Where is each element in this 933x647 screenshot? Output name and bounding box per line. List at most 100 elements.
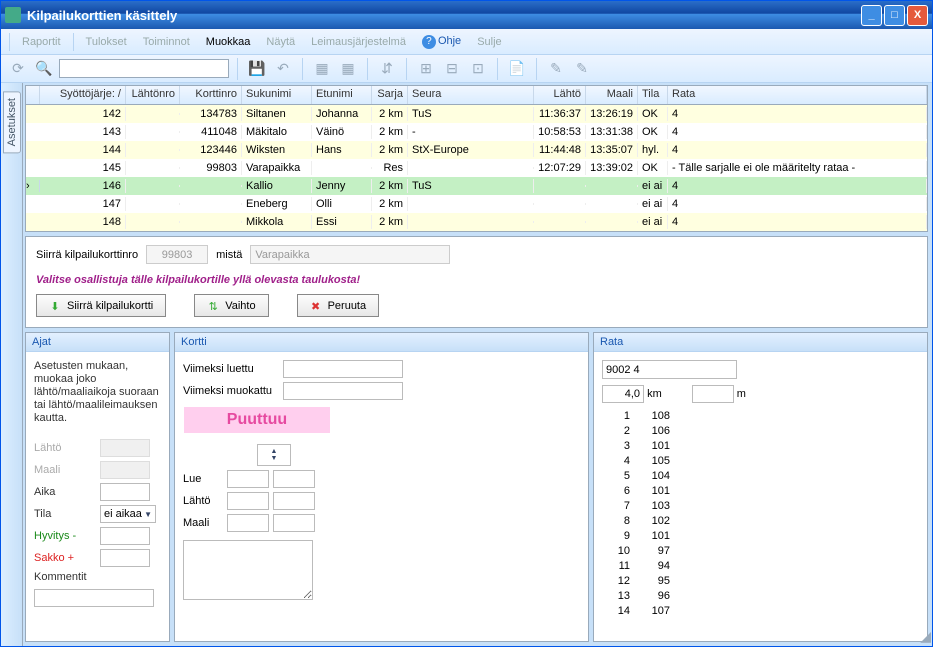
col-etunimi[interactable]: Etunimi <box>312 86 372 104</box>
menu-nayta[interactable]: Näytä <box>260 33 301 51</box>
refresh-icon[interactable]: ⟳ <box>7 58 29 80</box>
rata-control: 1194 <box>602 559 919 574</box>
col-maali[interactable]: Maali <box>586 86 638 104</box>
toolbar: ⟳ 🔍 💾 ↶ ▦ ▦ ⇵ ⊞ ⊟ ⊡ 📄 ✎ ✎ <box>1 55 932 83</box>
side-tabs: Asetukset <box>1 83 23 646</box>
ajat-help: Asetusten mukaan, muokaa joko lähtö/maal… <box>34 360 161 425</box>
minimize-button[interactable]: _ <box>861 5 882 26</box>
transfer-mista <box>250 245 450 264</box>
table-row[interactable]: ›146KallioJenny2 kmTuSei ai4 <box>26 177 927 195</box>
tila-select[interactable]: ei aikaa▼ <box>100 505 156 523</box>
col-rata[interactable]: Rata <box>668 86 927 104</box>
peruuta-button[interactable]: ✖Peruuta <box>297 294 380 317</box>
vaihto-button[interactable]: ⇅Vaihto <box>194 294 268 317</box>
col-syottojarj[interactable]: Syöttöjärje: / <box>40 86 126 104</box>
menu-muokkaa[interactable]: Muokkaa <box>200 33 257 51</box>
rata-title: Rata <box>594 333 927 352</box>
table-row[interactable]: 14599803VarapaikkaRes12:07:2913:39:02OK … <box>26 159 927 177</box>
table-row[interactable]: 148MikkolaEssi2 kmei ai4 <box>26 213 927 231</box>
rata-control: 1396 <box>602 589 919 604</box>
table-row[interactable]: 143411048MäkitaloVäinö2 km-10:58:5313:31… <box>26 123 927 141</box>
col-lahtonro[interactable]: Lähtönro <box>126 86 180 104</box>
rata-control: 4105 <box>602 454 919 469</box>
col-seura[interactable]: Seura <box>408 86 534 104</box>
menu-toiminnot[interactable]: Toiminnot <box>137 33 196 51</box>
k-maali-label: Maali <box>183 517 223 529</box>
rata-m-input[interactable] <box>692 385 734 403</box>
tool-6[interactable]: ⊡ <box>467 58 489 80</box>
kortti-panel: Kortti Viimeksi luettu Viimeksi muokattu… <box>174 332 589 642</box>
tool-1[interactable]: ▦ <box>311 58 333 80</box>
lue-input-1[interactable] <box>227 470 269 488</box>
hyvitys-label: Hyvitys - <box>34 530 96 542</box>
transfer-msg: Valitse osallistuja tälle kilpailukortil… <box>36 274 917 286</box>
k-lahto-2[interactable] <box>273 492 315 510</box>
col-korttinro[interactable]: Korttinro <box>180 86 242 104</box>
arrow-down-icon: ⬇ <box>49 300 61 312</box>
undo-icon[interactable]: ↶ <box>272 58 294 80</box>
col-tila[interactable]: Tila <box>638 86 668 104</box>
k-maali-2[interactable] <box>273 514 315 532</box>
close-button[interactable]: X <box>907 5 928 26</box>
rata-control: 1108 <box>602 409 919 424</box>
grid-body[interactable]: 142134783SiltanenJohanna2 kmTuS11:36:371… <box>26 105 927 231</box>
table-row[interactable]: 144123446WikstenHans2 kmStX-Europe11:44:… <box>26 141 927 159</box>
mista-label: mistä <box>216 249 242 261</box>
menu-tulokset[interactable]: Tulokset <box>80 33 133 51</box>
tool-8[interactable]: ✎ <box>545 58 567 80</box>
menu-sulje[interactable]: Sulje <box>471 33 507 51</box>
swap-icon: ⇅ <box>207 300 219 312</box>
resize-grip-icon[interactable]: ◢ <box>920 628 931 645</box>
kommentit-input[interactable] <box>34 589 154 607</box>
k-lahto-label: Lähtö <box>183 495 223 507</box>
muokattu-input[interactable] <box>283 382 403 400</box>
app-icon <box>5 7 21 23</box>
results-grid: Syöttöjärje: / Lähtönro Korttinro Sukuni… <box>25 85 928 232</box>
k-lahto-1[interactable] <box>227 492 269 510</box>
kortti-title: Kortti <box>175 333 588 352</box>
save-icon[interactable]: 💾 <box>246 58 268 80</box>
lahto-label: Lähtö <box>34 442 96 454</box>
search-input[interactable] <box>59 59 229 78</box>
spin-up-icon[interactable]: ▲ <box>271 448 278 455</box>
muokattu-label: Viimeksi muokattu <box>183 385 279 397</box>
tool-5[interactable]: ⊟ <box>441 58 463 80</box>
col-sukunimi[interactable]: Sukunimi <box>242 86 312 104</box>
menu-raportit[interactable]: Raportit <box>16 33 67 51</box>
spin-control[interactable]: ▲▼ <box>257 444 291 466</box>
tool-7[interactable]: 📄 <box>506 58 528 80</box>
tool-3[interactable]: ⇵ <box>376 58 398 80</box>
menu-leimaus[interactable]: Leimausjärjestelmä <box>305 33 412 51</box>
menubar: Raportit Tulokset Toiminnot Muokkaa Näyt… <box>1 29 932 55</box>
aika-label: Aika <box>34 486 96 498</box>
lue-label: Lue <box>183 473 223 485</box>
tool-2[interactable]: ▦ <box>337 58 359 80</box>
lue-input-2[interactable] <box>273 470 315 488</box>
spin-down-icon[interactable]: ▼ <box>271 455 278 462</box>
luettu-input[interactable] <box>283 360 403 378</box>
sakko-input[interactable] <box>100 549 150 567</box>
rata-panel: Rata km m 110821063101410551046101710381… <box>593 332 928 642</box>
table-row[interactable]: 147EnebergOlli2 kmei ai4 <box>26 195 927 213</box>
maximize-button[interactable]: □ <box>884 5 905 26</box>
rata-control: 2106 <box>602 424 919 439</box>
aika-input[interactable] <box>100 483 150 501</box>
puuttuu-badge: Puuttuu <box>183 406 331 434</box>
luettu-label: Viimeksi luettu <box>183 363 279 375</box>
rata-km-input[interactable] <box>602 385 644 403</box>
table-row[interactable]: 142134783SiltanenJohanna2 kmTuS11:36:371… <box>26 105 927 123</box>
tool-9[interactable]: ✎ <box>571 58 593 80</box>
tool-4[interactable]: ⊞ <box>415 58 437 80</box>
siirra-button[interactable]: ⬇Siirrä kilpailukortti <box>36 294 166 317</box>
rata-control: 1097 <box>602 544 919 559</box>
kortti-notes[interactable] <box>183 540 313 600</box>
rata-name-input[interactable] <box>602 360 737 379</box>
k-maali-1[interactable] <box>227 514 269 532</box>
col-lahto[interactable]: Lähtö <box>534 86 586 104</box>
col-sarja[interactable]: Sarja <box>372 86 408 104</box>
search-icon[interactable]: 🔍 <box>33 58 55 80</box>
menu-ohje[interactable]: ?Ohje <box>416 32 467 52</box>
hyvitys-input[interactable] <box>100 527 150 545</box>
rata-control: 6101 <box>602 484 919 499</box>
tab-asetukset[interactable]: Asetukset <box>3 91 21 153</box>
